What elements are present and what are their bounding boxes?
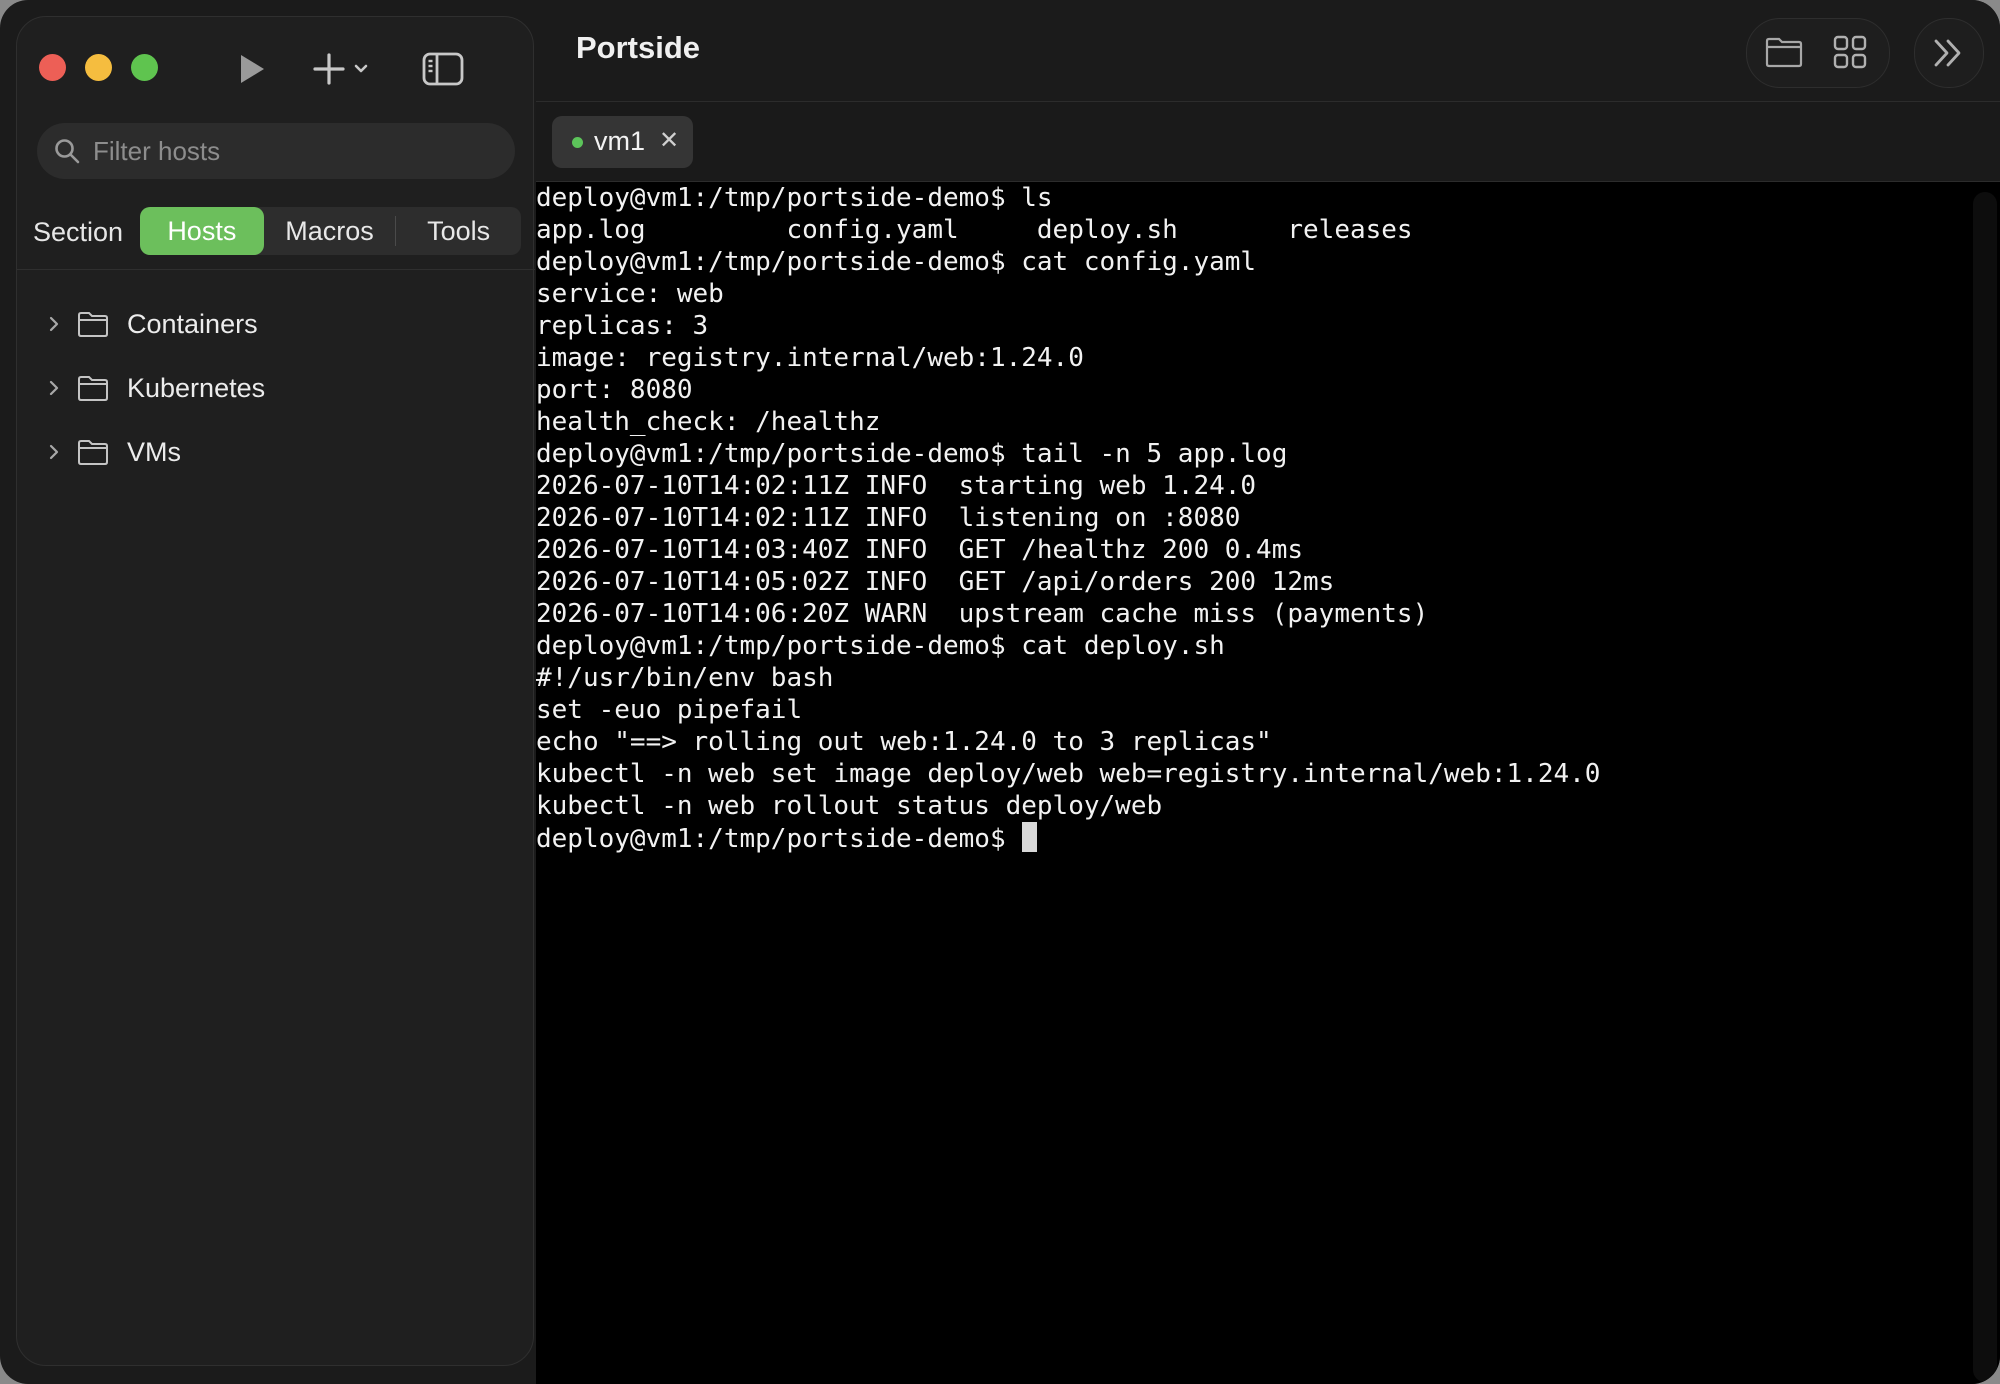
terminal-line: 2026-07-10T14:06:20Z WARN upstream cache… [536,599,1429,629]
terminal-prompt: deploy@vm1:/tmp/portside-demo$ [536,824,1006,854]
terminal-line: set -euo pipefail [536,695,803,725]
section-row: Section Hosts Macros Tools [17,207,535,257]
terminal-line: 2026-07-10T14:05:02Z INFO GET /api/order… [536,567,1335,597]
tree-item-label: Kubernetes [127,372,266,403]
terminal-line: #!/usr/bin/env bash [536,663,834,693]
tab-vm1[interactable]: vm1 ✕ [552,116,693,168]
play-icon[interactable] [231,49,271,89]
terminal-line: app.log config.yaml deploy.sh releases [536,215,1413,245]
zoom-window-button[interactable] [131,54,158,81]
section-segmented-control: Hosts Macros Tools [140,207,521,255]
tree-item-label: Containers [127,308,258,339]
main-header: Portside [536,0,2000,102]
sidebar-divider [17,269,535,270]
terminal-scrollbar[interactable] [1973,192,1997,1382]
chevron-down-icon [354,64,368,73]
window-title: Portside [576,30,701,65]
terminal-view[interactable]: deploy@vm1:/tmp/portside-demo$ ls app.log… [536,182,2000,1384]
connected-status-dot [572,137,583,148]
close-tab-icon[interactable]: ✕ [656,126,682,156]
terminal-line: kubectl -n web set image deploy/web web=… [536,759,1601,789]
tree-item-vms[interactable]: VMs [17,420,535,484]
minimize-window-button[interactable] [85,54,112,81]
tree-item-label: VMs [127,436,181,467]
terminal-line: deploy@vm1:/tmp/portside-demo$ tail -n 5… [536,439,1288,469]
chevron-right-icon[interactable] [45,379,63,397]
header-button-group [1746,18,1890,88]
terminal-line: 2026-07-10T14:02:11Z INFO starting web 1… [536,471,1257,501]
terminal-line: 2026-07-10T14:02:11Z INFO listening on :… [536,503,1241,533]
filter-hosts-field[interactable] [37,123,515,179]
tree-item-kubernetes[interactable]: Kubernetes [17,356,535,420]
terminal-output: deploy@vm1:/tmp/portside-demo$ ls app.log… [536,182,1600,854]
app-window: Section Hosts Macros Tools Containers Ku… [0,0,2000,1384]
section-label: Section [33,217,124,247]
sidebar: Section Hosts Macros Tools Containers Ku… [16,16,535,1366]
terminal-line: deploy@vm1:/tmp/portside-demo$ cat confi… [536,247,1257,277]
tab-label: vm1 [594,126,646,156]
grid-icon[interactable] [1833,35,1867,74]
terminal-line: port: 8080 [536,375,693,405]
sidebar-toggle-icon[interactable] [421,49,465,89]
terminal-line: echo "==> rolling out web:1.24.0 to 3 re… [536,727,1272,757]
folder-icon [78,312,108,337]
terminal-line: deploy@vm1:/tmp/portside-demo$ cat deplo… [536,631,1225,661]
expand-panel-button[interactable] [1914,18,1984,88]
segment-macros[interactable]: Macros [264,207,396,255]
filter-hosts-input[interactable] [91,134,495,168]
segment-hosts[interactable]: Hosts [140,207,264,255]
chevron-right-icon[interactable] [45,443,63,461]
terminal-prompt-line: deploy@vm1:/tmp/portside-demo$ [536,822,1600,854]
host-tree: Containers Kubernetes VMs [17,292,535,484]
folder-icon [78,440,108,465]
terminal-cursor [1021,822,1037,852]
search-icon [55,139,80,164]
new-connection-button[interactable] [313,49,371,89]
folder-icon [78,376,108,401]
terminal-line: health_check: /healthz [536,407,881,437]
tree-item-containers[interactable]: Containers [17,292,535,356]
terminal-line: image: registry.internal/web:1.24.0 [536,343,1084,373]
close-window-button[interactable] [39,54,66,81]
tab-bar: vm1 ✕ [536,102,2000,182]
plus-icon [313,53,345,85]
terminal-line: 2026-07-10T14:03:40Z INFO GET /healthz 2… [536,535,1304,565]
terminal-line: replicas: 3 [536,311,709,341]
folder-icon[interactable] [1765,35,1803,74]
chevron-right-icon[interactable] [45,315,63,333]
double-chevron-right-icon [1931,35,1967,76]
segment-tools[interactable]: Tools [396,207,521,255]
terminal-line: kubectl -n web rollout status deploy/web [536,791,1163,821]
terminal-line: deploy@vm1:/tmp/portside-demo$ ls [536,183,1053,213]
terminal-line: service: web [536,279,724,309]
